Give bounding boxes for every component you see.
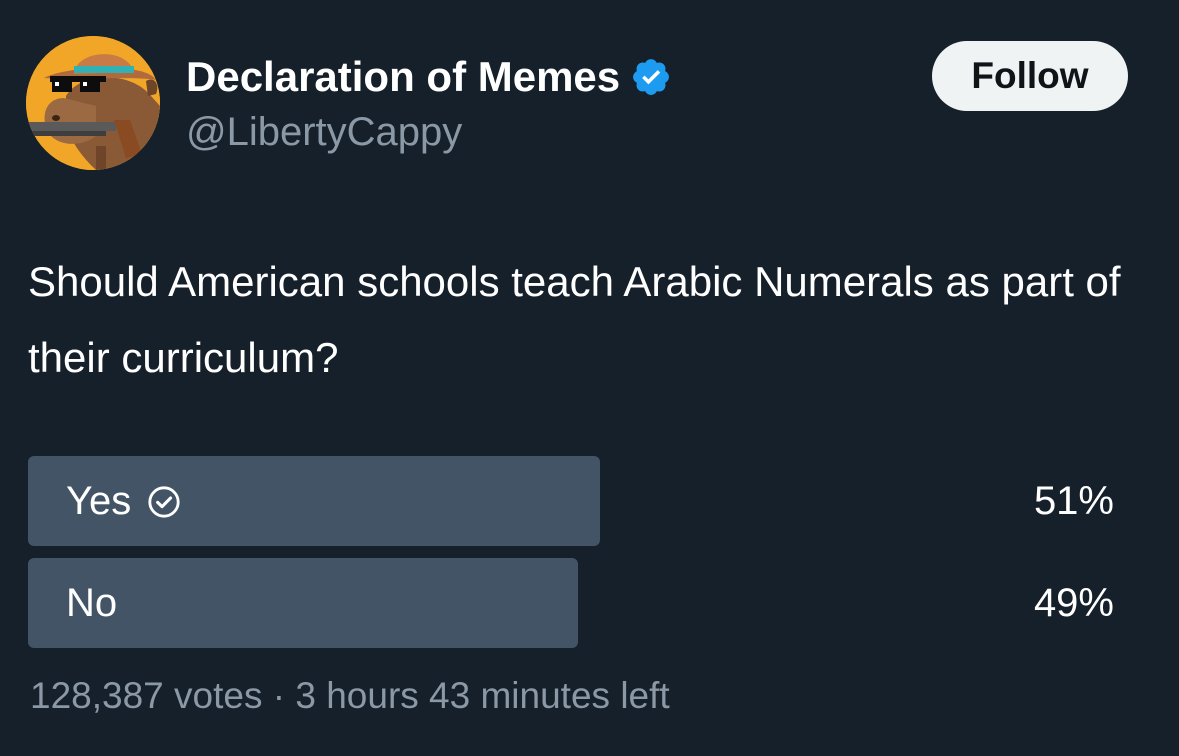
follow-button[interactable]: Follow [932, 41, 1128, 111]
poll-option-no[interactable]: No 49% [28, 558, 1128, 648]
poll-option-percent: 49% [1033, 580, 1114, 625]
poll-footer: 128,387 votes · 3 hours 43 minutes left [30, 672, 670, 720]
separator-dot: · [272, 675, 286, 716]
poll-option-label: Yes [66, 478, 132, 523]
verified-badge-icon [630, 56, 672, 98]
poll-option-label: No [66, 580, 118, 625]
tweet-text: Should American schools teach Arabic Num… [28, 258, 1121, 381]
check-circle-icon [147, 484, 181, 518]
author-handle[interactable]: @LibertyCappy [186, 108, 462, 156]
poll-vote-count: 128,387 votes [30, 675, 263, 716]
capybara-avatar-image [26, 36, 160, 170]
avatar[interactable] [26, 36, 160, 170]
author-name-row: Declaration of Memes [186, 52, 672, 102]
poll-option-percent: 51% [1033, 478, 1114, 523]
author-display-name[interactable]: Declaration of Memes [186, 52, 620, 102]
poll-time-left: 3 hours 43 minutes left [295, 675, 670, 716]
poll: Yes 51% No 49% [28, 456, 1128, 660]
tweet: Declaration of Memes @LibertyCappy Follo… [0, 0, 1179, 756]
poll-option-yes[interactable]: Yes 51% [28, 456, 1128, 546]
